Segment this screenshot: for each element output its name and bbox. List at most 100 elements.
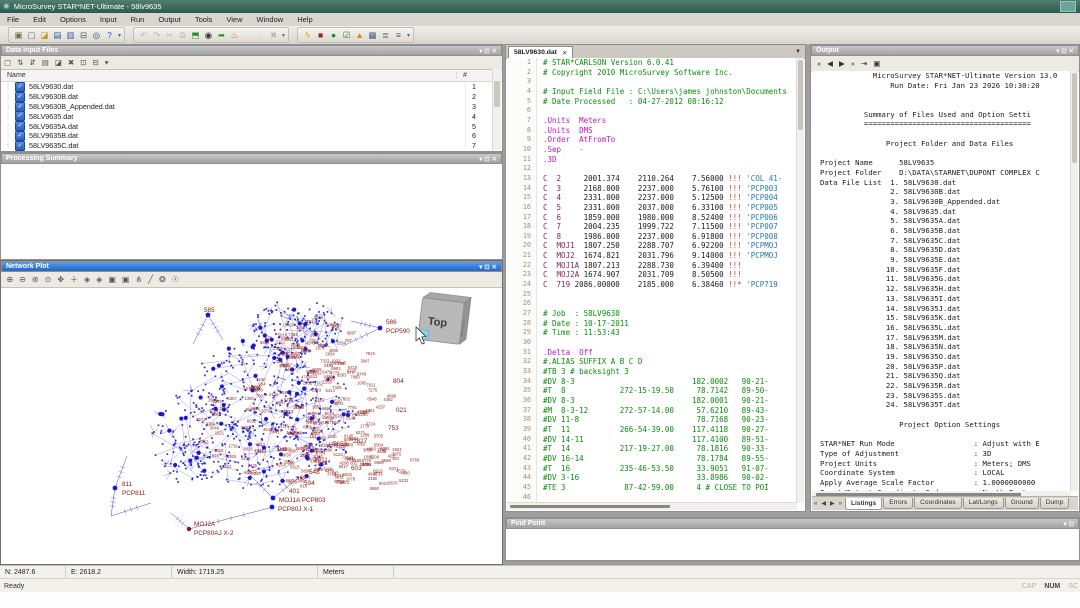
output-listing[interactable]: MicroSurvey STAR*NET-Ultimate Version 13…	[812, 71, 1071, 491]
menu-tools[interactable]: Tools	[188, 15, 220, 24]
plot-tool-icon-14[interactable]: ☉	[169, 275, 181, 284]
file-checkbox[interactable]: ✓	[15, 121, 25, 131]
plot-tool-icon-4[interactable]: ⊙	[42, 275, 54, 284]
toolbar-icon-1-2[interactable]: ▢	[25, 29, 38, 42]
toolbar-icon-1-7[interactable]: ◎	[90, 29, 103, 42]
dif-tool-icon-3[interactable]: ⇵	[26, 58, 38, 67]
dif-tool-icon-8[interactable]: ⊟	[89, 58, 101, 67]
output-tab-nav-icon[interactable]: ▶	[828, 500, 837, 507]
toolbar-icon-3-8[interactable]: ≡	[392, 29, 405, 42]
toolbar-icon-2-5[interactable]: ⬒	[189, 29, 202, 42]
toolbar-icon-1-5[interactable]: ▥	[64, 29, 77, 42]
output-tab-latlongs[interactable]: Lat/Longs	[963, 498, 1004, 509]
file-checkbox[interactable]: ✓	[15, 82, 25, 92]
output-tab-nav-icon[interactable]: ◀	[819, 500, 828, 507]
file-row[interactable]: ┆✓58LV9630B_Appended.dat3	[1, 102, 502, 112]
file-row[interactable]: ┆✓58LV9635.dat4	[1, 111, 502, 121]
toolbar-icon-3-6[interactable]: ▦	[366, 29, 379, 42]
dif-tool-icon-1[interactable]: ▢	[1, 58, 14, 67]
panel-buttons[interactable]: ▾ ⊡ ✕	[479, 155, 497, 163]
toolbar-icon-3-7[interactable]: ≣	[379, 29, 392, 42]
plot-tool-icon-10[interactable]: ▣	[119, 275, 132, 284]
toolbar-overflow-icon[interactable]: ▾	[118, 32, 121, 39]
dif-tool-icon-6[interactable]: ✖	[65, 58, 77, 67]
toolbar-icon-2-3[interactable]: ✂	[163, 29, 176, 42]
toolbar-icon-1-4[interactable]: ▤	[51, 29, 64, 42]
dif-tool-icon-2[interactable]: ⇅	[14, 58, 26, 67]
output-nav-icon-6[interactable]: ▣	[871, 59, 882, 68]
plot-tool-icon-1[interactable]: ⊕	[4, 275, 16, 284]
window-controls[interactable]	[1060, 1, 1076, 12]
toolbar-icon-1-6[interactable]: ⊟	[77, 29, 90, 42]
plot-tool-icon-3[interactable]: ⊛	[29, 275, 41, 284]
menu-run[interactable]: Run	[124, 15, 152, 24]
network-plot-canvas[interactable]: 9345255467187062526323597174999359217010…	[1, 288, 502, 564]
editor-vertical-scrollbar[interactable]	[796, 58, 804, 503]
toolbar-icon-3-4[interactable]: ☑	[340, 29, 353, 42]
file-list-scrollbar[interactable]	[492, 69, 501, 150]
toolbar-icon-2-11[interactable]: ✖	[267, 29, 280, 42]
dif-tool-icon-9[interactable]: ▾	[102, 58, 112, 67]
plot-tool-icon-5[interactable]: ✥	[55, 275, 67, 284]
toolbar-icon-2-1[interactable]: ↶	[137, 29, 150, 42]
toolbar-icon-2-7[interactable]: ➦	[215, 29, 228, 42]
dif-tool-icon-5[interactable]: ◪	[52, 58, 65, 67]
file-row[interactable]: ┆✓58LV9635C.dat7	[1, 141, 502, 151]
file-checkbox[interactable]: ✓	[15, 111, 25, 121]
dif-tool-icon-4[interactable]: ▤	[39, 58, 52, 67]
editor-code[interactable]: # STAR*CARLSON Version 6.0.41# Copyright…	[537, 58, 787, 503]
file-row[interactable]: ┆✓58LV9630.dat1	[1, 82, 502, 92]
output-nav-icon-4[interactable]: »	[849, 59, 857, 68]
output-nav-icon-2[interactable]: ◀	[825, 59, 835, 68]
toolbar-icon-2-2[interactable]: ↷	[150, 29, 163, 42]
menu-window[interactable]: Window	[250, 15, 291, 24]
file-row[interactable]: ┆✓58LV9635A.dat5	[1, 121, 502, 131]
tab-dropdown-icon[interactable]: ▼	[795, 49, 801, 55]
dif-tool-icon-7[interactable]: ⊡	[77, 58, 89, 67]
plot-tool-icon-12[interactable]: ╱	[146, 275, 156, 284]
toolbar-icon-2-4[interactable]: ⧉	[176, 29, 189, 42]
output-nav-icon-5[interactable]: ⇥	[859, 59, 869, 68]
output-tab-errors[interactable]: Errors	[883, 498, 913, 509]
plot-tool-icon-11[interactable]: ⋔	[133, 275, 145, 284]
editor-body[interactable]: 1234567891011121314151617181920212223242…	[507, 58, 797, 503]
output-tab-nav-icon[interactable]: «	[812, 501, 819, 507]
toolbar-icon-3-2[interactable]: ■	[314, 29, 327, 42]
editor-horizontal-scrollbar[interactable]	[507, 502, 797, 510]
menu-view[interactable]: View	[219, 15, 249, 24]
plot-tool-icon-9[interactable]: ▣	[106, 275, 119, 284]
toolbar-icon-1-3[interactable]: ◪	[38, 29, 51, 42]
output-nav-icon-1[interactable]: «	[815, 59, 823, 68]
output-tab-listings[interactable]: Listings	[845, 498, 882, 510]
file-row[interactable]: ┆✓58LV9630B.dat2	[1, 92, 502, 102]
close-tab-icon[interactable]: ✕	[562, 49, 567, 57]
toolbar-overflow-icon[interactable]: ▾	[407, 32, 410, 39]
toolbar-icon-2-10[interactable]: ◌	[254, 29, 267, 42]
toolbar-icon-3-5[interactable]: ▲	[353, 29, 366, 42]
toolbar-icon-3-1[interactable]: ϟ	[301, 29, 314, 42]
toolbar-icon-3-3[interactable]: ●	[327, 29, 340, 42]
output-vertical-scrollbar[interactable]	[1070, 71, 1078, 491]
output-tab-ground[interactable]: Ground	[1005, 498, 1039, 509]
file-checkbox[interactable]: ✓	[15, 141, 25, 151]
output-tab-coordinates[interactable]: Coordinates	[914, 498, 962, 509]
file-checkbox[interactable]: ✓	[15, 102, 25, 112]
file-checkbox[interactable]: ✓	[15, 131, 25, 141]
toolbar-overflow-icon[interactable]: ▾	[282, 32, 285, 39]
file-row[interactable]: ┆✓58LV9635B.dat6	[1, 131, 502, 141]
output-tab-dump[interactable]: Dump	[1040, 498, 1070, 509]
menu-input[interactable]: Input	[93, 15, 124, 24]
panel-buttons[interactable]: ▾ ⊡	[1063, 520, 1074, 528]
output-tab-nav-icon[interactable]: »	[837, 501, 844, 507]
plot-tool-icon-8[interactable]: ◈	[94, 275, 105, 284]
panel-buttons[interactable]: ▾ ⊡ ✕	[479, 47, 497, 55]
toolbar-icon-1-1[interactable]: ▣	[12, 29, 25, 42]
toolbar-icon-2-9[interactable]: ◌	[241, 29, 254, 42]
column-number[interactable]: #	[456, 72, 493, 79]
toolbar-icon-1-8[interactable]: ?	[103, 29, 116, 42]
plot-tool-icon-2[interactable]: ⊖	[17, 275, 29, 284]
menu-file[interactable]: File	[0, 15, 26, 24]
editor-tab-58lv9630[interactable]: 58LV9630.dat ✕	[508, 46, 573, 58]
menu-options[interactable]: Options	[53, 15, 93, 24]
menu-edit[interactable]: Edit	[26, 15, 53, 24]
